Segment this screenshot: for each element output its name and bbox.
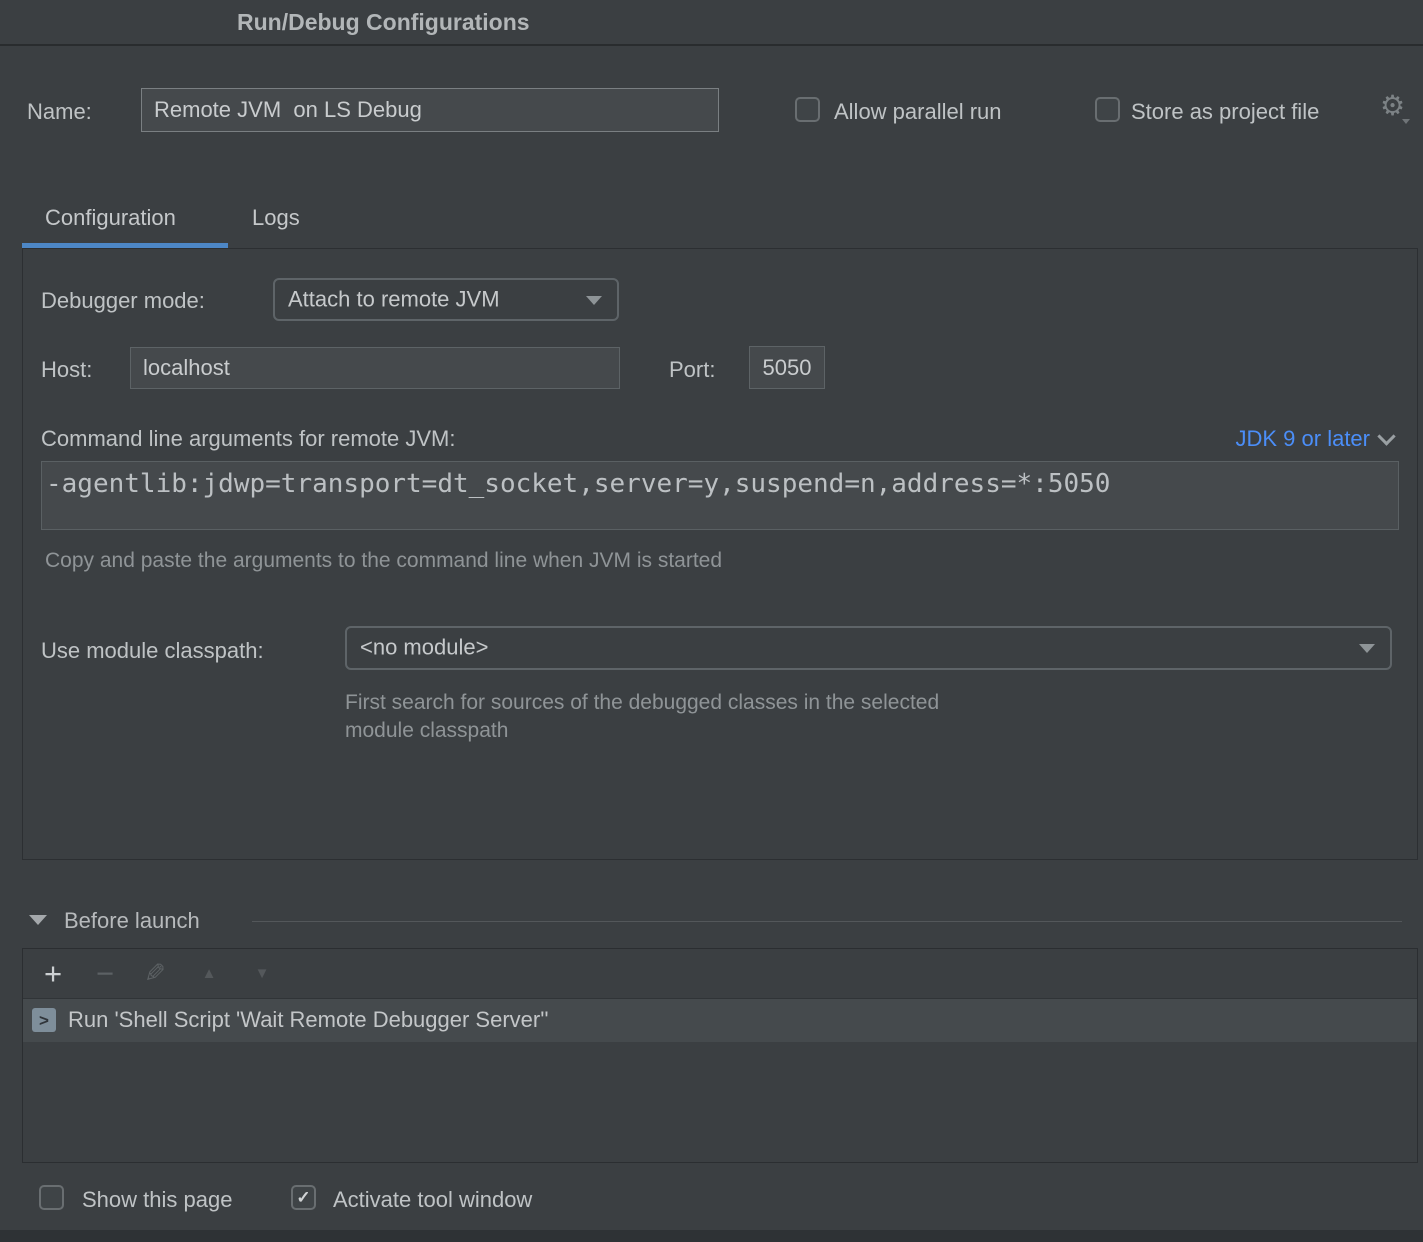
debugger-mode-value: Attach to remote JVM bbox=[288, 286, 500, 312]
before-launch-collapse-icon[interactable] bbox=[29, 915, 47, 925]
store-as-project-file-checkbox[interactable] bbox=[1095, 97, 1120, 122]
remove-icon[interactable]: − bbox=[85, 949, 125, 998]
tab-configuration[interactable]: Configuration bbox=[45, 205, 176, 231]
module-classpath-value: <no module> bbox=[360, 634, 488, 660]
show-this-page-label: Show this page bbox=[82, 1187, 232, 1213]
chevron-down-icon bbox=[1359, 644, 1375, 653]
show-this-page-checkbox[interactable] bbox=[39, 1185, 64, 1210]
allow-parallel-run-checkbox[interactable] bbox=[795, 97, 820, 122]
name-input[interactable] bbox=[141, 88, 719, 132]
host-label: Host: bbox=[41, 357, 92, 383]
jdk-version-dropdown[interactable]: JDK 9 or later bbox=[1236, 426, 1394, 452]
module-classpath-select[interactable]: <no module> bbox=[345, 626, 1392, 670]
gear-icon[interactable]: ⚙ bbox=[1380, 92, 1405, 120]
module-classpath-hint-line2: module classpath bbox=[345, 717, 939, 745]
dialog-title: Run/Debug Configurations bbox=[237, 9, 530, 36]
module-classpath-hint: First search for sources of the debugged… bbox=[345, 689, 939, 745]
jdk-version-link[interactable]: JDK 9 or later bbox=[1236, 426, 1371, 452]
move-down-icon[interactable]: ▼ bbox=[242, 949, 282, 998]
check-icon: ✓ bbox=[293, 1187, 314, 1208]
name-label: Name: bbox=[27, 99, 92, 125]
activate-tool-window-label: Activate tool window bbox=[333, 1187, 532, 1213]
port-label: Port: bbox=[669, 357, 715, 383]
activate-tool-window-checkbox[interactable]: ✓ bbox=[291, 1185, 316, 1210]
store-as-project-file-label: Store as project file bbox=[1131, 99, 1319, 125]
command-line-arguments-hint: Copy and paste the arguments to the comm… bbox=[45, 549, 722, 573]
run-shell-script-icon: > bbox=[32, 1008, 56, 1032]
command-line-arguments-field[interactable]: -agentlib:jdwp=transport=dt_socket,serve… bbox=[41, 461, 1399, 530]
debugger-mode-label: Debugger mode: bbox=[41, 288, 205, 314]
debugger-mode-select[interactable]: Attach to remote JVM bbox=[273, 278, 619, 321]
before-launch-title: Before launch bbox=[64, 908, 200, 934]
before-launch-toolbar: + − ✎ ▲ ▼ bbox=[23, 949, 1417, 999]
move-up-icon[interactable]: ▲ bbox=[189, 949, 229, 998]
dialog-bottom-strip bbox=[0, 1230, 1423, 1242]
before-launch-divider bbox=[252, 921, 1402, 922]
chevron-down-icon bbox=[586, 296, 602, 305]
chevron-down-icon bbox=[1377, 427, 1395, 445]
dialog-titlebar: Run/Debug Configurations bbox=[0, 0, 1423, 46]
host-input[interactable] bbox=[130, 347, 620, 389]
before-launch-task-row[interactable]: > Run 'Shell Script 'Wait Remote Debugge… bbox=[23, 999, 1417, 1042]
port-input[interactable] bbox=[749, 346, 825, 389]
command-line-arguments-label: Command line arguments for remote JVM: bbox=[41, 426, 456, 452]
run-debug-configurations-dialog: Run/Debug Configurations Name: Allow par… bbox=[0, 0, 1423, 1242]
module-classpath-hint-line1: First search for sources of the debugged… bbox=[345, 689, 939, 717]
add-icon[interactable]: + bbox=[33, 949, 73, 998]
allow-parallel-run-label: Allow parallel run bbox=[834, 99, 1002, 125]
configuration-panel: Debugger mode: Attach to remote JVM Host… bbox=[22, 248, 1418, 860]
before-launch-task-label: Run 'Shell Script 'Wait Remote Debugger … bbox=[68, 1007, 549, 1033]
gear-dropdown-arrow-icon bbox=[1402, 119, 1410, 124]
use-module-classpath-label: Use module classpath: bbox=[41, 638, 264, 664]
edit-pencil-icon[interactable]: ✎ bbox=[135, 949, 175, 998]
tab-logs[interactable]: Logs bbox=[252, 205, 300, 231]
before-launch-panel: + − ✎ ▲ ▼ > Run 'Shell Script 'Wait Remo… bbox=[22, 948, 1418, 1163]
